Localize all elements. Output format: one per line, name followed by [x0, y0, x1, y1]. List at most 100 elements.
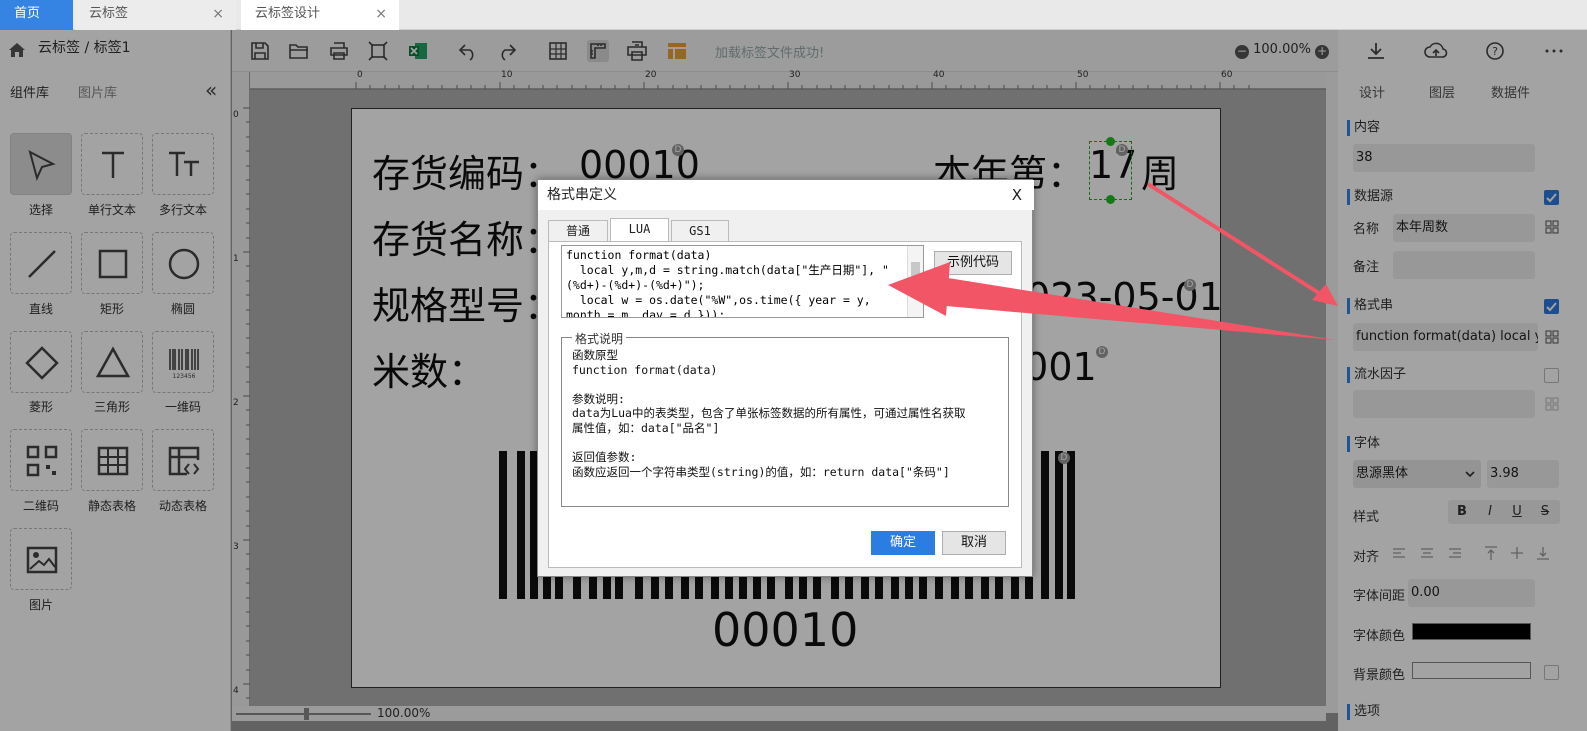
tab-cloud-label[interactable]: 云标签 ×	[75, 0, 236, 30]
tab-normal[interactable]: 普通	[548, 220, 608, 242]
tool-multi-text[interactable]	[152, 133, 214, 195]
font-size-input[interactable]: 3.98	[1487, 460, 1559, 488]
check-icon	[1546, 193, 1557, 203]
tab-design[interactable]: 设计	[1359, 82, 1385, 101]
chevron-down-icon	[1465, 471, 1475, 478]
undo-icon[interactable]	[457, 40, 479, 62]
excel-icon[interactable]	[407, 40, 429, 62]
tab-home[interactable]: 首页	[0, 0, 73, 30]
resize-handle[interactable]	[1106, 137, 1115, 146]
more-icon[interactable]	[1544, 41, 1564, 61]
resize-handle[interactable]	[1106, 195, 1115, 204]
content-input[interactable]: 38	[1353, 144, 1535, 172]
tab-lua[interactable]: LUA	[610, 218, 669, 242]
serial-checkbox[interactable]	[1544, 368, 1559, 383]
cloud-upload-icon[interactable]	[1424, 41, 1448, 61]
note-input[interactable]	[1393, 251, 1535, 279]
tool-line[interactable]	[10, 232, 72, 294]
label-text-code-title[interactable]: 存货编码：	[372, 143, 562, 198]
label-text-name-title[interactable]: 存货名称：	[372, 209, 562, 264]
strikethrough-button[interactable]: S	[1532, 501, 1558, 523]
label-text-spec-title[interactable]: 规格型号：	[372, 275, 562, 330]
tab-gs1[interactable]: GS1	[671, 220, 729, 242]
tab-components[interactable]: 组件库	[10, 82, 49, 101]
status-message: 加载标签文件成功!	[715, 46, 825, 61]
print-icon[interactable]	[328, 40, 350, 62]
grid-icon[interactable]	[547, 40, 569, 62]
underline-button[interactable]: U	[1504, 501, 1530, 523]
ruler-label: 60	[1221, 70, 1233, 80]
collapse-icon[interactable]: «	[205, 78, 217, 102]
tool-label: 直线	[28, 302, 53, 316]
tool-image[interactable]	[10, 528, 72, 590]
section-serial: 流水因子	[1347, 367, 1406, 383]
dialog-title-bar: 格式串定义 X	[538, 180, 1034, 210]
datasource-checkbox[interactable]	[1544, 190, 1559, 205]
code-scrollbar-thumb[interactable]	[911, 262, 920, 276]
dynamic-table-icon	[168, 446, 200, 476]
tab-label-design[interactable]: 云标签设计 ×	[241, 0, 399, 30]
open-folder-icon[interactable]	[288, 40, 310, 62]
italic-button[interactable]: I	[1477, 501, 1503, 523]
tool-static-table[interactable]	[81, 429, 143, 491]
home-icon[interactable]	[8, 42, 26, 58]
name-input[interactable]: 本年周数	[1393, 214, 1535, 242]
bg-color-swatch[interactable]	[1412, 662, 1531, 679]
format-checkbox[interactable]	[1544, 299, 1559, 314]
tab-images[interactable]: 图片库	[78, 82, 117, 101]
barcode-text[interactable]: 00010	[712, 603, 858, 657]
ruler-label: 20	[645, 70, 657, 80]
font-select[interactable]: 思源黑体	[1353, 460, 1481, 488]
tool-single-text[interactable]	[81, 133, 143, 195]
align-buttons[interactable]	[1389, 544, 1561, 562]
tool-ellipse[interactable]	[152, 232, 214, 294]
zoom-in-icon[interactable]: +	[1315, 45, 1330, 59]
tab-data[interactable]: 数据件	[1491, 82, 1530, 101]
ruler-icon[interactable]	[587, 40, 609, 62]
tool-barcode[interactable]: 123456	[152, 331, 214, 393]
cancel-button[interactable]: 取消	[942, 531, 1006, 555]
bg-color-checkbox[interactable]	[1544, 665, 1559, 680]
bg-color-label: 背景颜色	[1353, 668, 1406, 683]
save-icon[interactable]	[249, 40, 271, 62]
download-icon[interactable]	[1366, 41, 1386, 61]
printer-settings-icon[interactable]	[626, 40, 648, 62]
close-icon[interactable]: ×	[375, 0, 387, 28]
zoom-slider-thumb[interactable]	[304, 708, 309, 720]
ok-button[interactable]: 确定	[871, 531, 935, 555]
tool-label: 一维码	[164, 400, 201, 414]
font-color-swatch[interactable]	[1412, 623, 1531, 640]
tool-dynamic-table[interactable]	[152, 429, 214, 491]
spacing-input[interactable]: 0.00	[1408, 579, 1535, 607]
tool-diamond[interactable]	[10, 331, 72, 393]
dialog-close-button[interactable]: X	[1012, 180, 1022, 210]
tool-rectangle[interactable]	[81, 232, 143, 294]
fit-frame-icon[interactable]	[367, 40, 389, 62]
serial-input[interactable]	[1353, 390, 1535, 418]
code-scrollbar[interactable]	[907, 246, 923, 317]
tool-triangle[interactable]	[81, 331, 143, 393]
left-tabs: 组件库 图片库 «	[0, 78, 231, 104]
tool-qrcode[interactable]	[10, 429, 72, 491]
format-input[interactable]: function format(data) local y,m	[1353, 323, 1538, 351]
grid-select-icon[interactable]	[1545, 220, 1559, 234]
label-text-meter-title[interactable]: 米数：	[372, 341, 486, 396]
bold-button[interactable]: B	[1449, 501, 1475, 523]
layout-template-icon[interactable]	[666, 40, 688, 62]
description-line: 函数应返回一个字符串类型(string)的值，如：return data["条码…	[572, 464, 950, 479]
vertical-scrollbar[interactable]	[1326, 72, 1338, 713]
selection-box[interactable]	[1089, 141, 1132, 200]
redo-icon[interactable]	[496, 40, 518, 62]
align-middle-icon	[1511, 547, 1523, 559]
lua-code-editor[interactable]: function format(data) local y,m,d = stri…	[561, 245, 924, 318]
tab-bar: 首页 云标签 × 云标签设计 ×	[0, 0, 1587, 30]
tab-layers[interactable]: 图层	[1429, 82, 1455, 101]
zoom-out-icon[interactable]: −	[1235, 45, 1249, 59]
close-icon[interactable]: ×	[212, 0, 224, 28]
grid-select-icon[interactable]	[1545, 330, 1559, 344]
example-code-button[interactable]: 示例代码	[934, 251, 1012, 275]
help-icon[interactable]: ?	[1485, 41, 1505, 61]
tool-select[interactable]	[10, 133, 72, 195]
label-text-week-suffix[interactable]: 周	[1141, 143, 1179, 198]
grid-select-icon[interactable]	[1545, 397, 1559, 411]
